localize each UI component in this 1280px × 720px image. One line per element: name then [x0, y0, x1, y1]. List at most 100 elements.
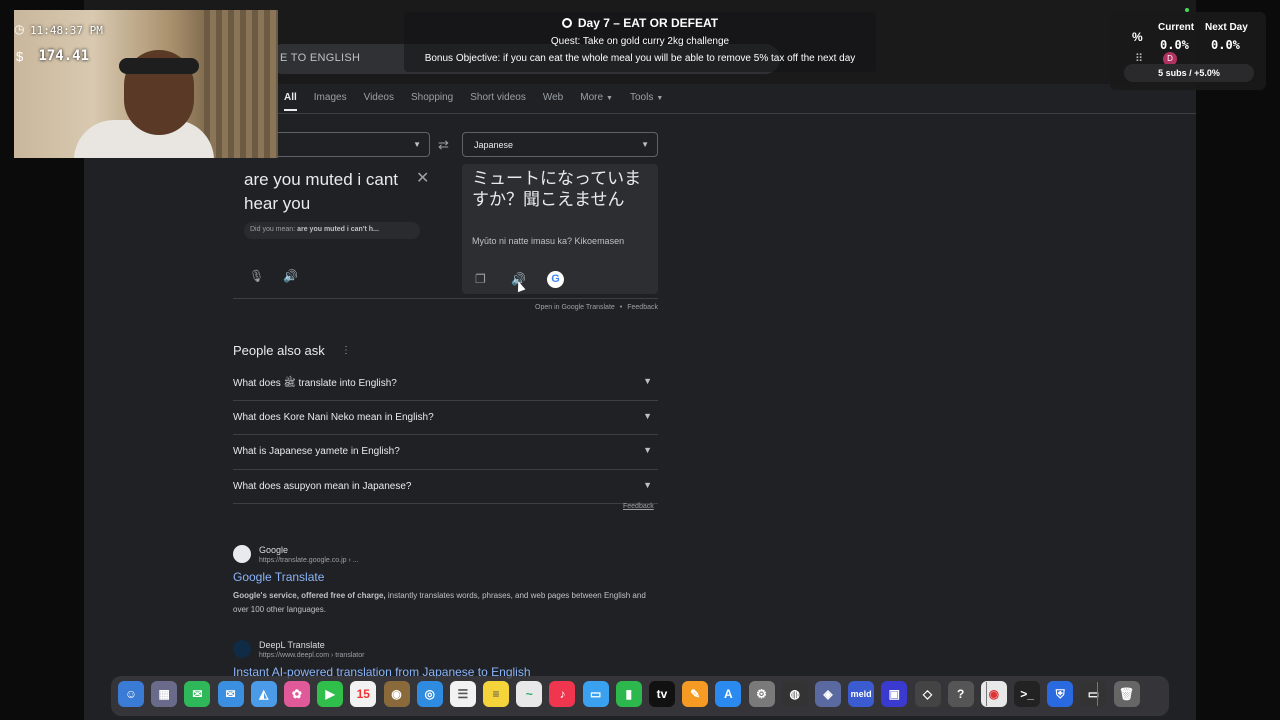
- people-also-ask-list: What does ﷺ translate into English? ▼ Wh…: [233, 366, 658, 504]
- result-snippet: Google's service, offered free of charge…: [233, 589, 663, 617]
- system-settings-icon[interactable]: ⚙: [748, 681, 775, 707]
- chevron-down-icon: ▼: [606, 95, 613, 102]
- paa-question: What does Kore Nani Neko mean in English…: [233, 411, 434, 423]
- obs-icon[interactable]: ◍: [781, 681, 808, 707]
- microphone-icon[interactable]: 🎙: [249, 269, 264, 283]
- launchpad-icon[interactable]: ▦: [151, 681, 178, 707]
- maps-icon[interactable]: ◭: [250, 681, 277, 707]
- paa-item[interactable]: What is Japanese yamete in English? ▼: [233, 435, 658, 470]
- screen-tool-icon[interactable]: ▣: [881, 681, 908, 707]
- tab-shopping[interactable]: Shopping: [411, 92, 453, 111]
- recent-window-icon[interactable]: ▭: [1080, 681, 1107, 707]
- clock-icon: ◷: [14, 22, 25, 36]
- result-url[interactable]: https://translate.google.co.jp › ...: [259, 557, 359, 564]
- target-icon: [561, 18, 572, 28]
- result-site-name: DeepL Translate: [259, 640, 325, 650]
- search-tabs: All Images Videos Shopping Short videos …: [284, 92, 663, 111]
- safari-icon[interactable]: ◎: [416, 681, 443, 707]
- pages-icon[interactable]: ✎: [682, 681, 709, 707]
- google-favicon-icon: [233, 545, 251, 563]
- contacts-icon[interactable]: ◉: [383, 681, 410, 707]
- freeform-icon[interactable]: ~: [516, 681, 543, 707]
- paa-question: What does asupyon mean in Japanese?: [233, 480, 412, 492]
- current-value: 0.0%: [1160, 38, 1189, 52]
- facetime-icon[interactable]: ▶: [317, 681, 344, 707]
- chevron-down-icon: ▼: [643, 376, 652, 386]
- speaker-icon[interactable]: 🔊: [283, 269, 298, 283]
- tab-more[interactable]: More ▼: [580, 92, 613, 111]
- photos-icon[interactable]: ✿: [283, 681, 310, 707]
- search-query: E TO ENGLISH: [280, 52, 361, 64]
- tab-tools-label: Tools: [629, 92, 654, 103]
- numbers-icon[interactable]: ▮: [615, 681, 642, 707]
- result-url[interactable]: https://www.deepl.com › translator: [259, 652, 364, 659]
- close-icon[interactable]: ✕: [416, 168, 429, 188]
- result-title-link[interactable]: Google Translate: [233, 570, 324, 584]
- dock-separator: [986, 682, 987, 706]
- tab-web[interactable]: Web: [543, 92, 563, 111]
- messages-icon[interactable]: ✉: [184, 681, 211, 707]
- dock-separator: [1097, 682, 1098, 706]
- source-text[interactable]: are you muted i cant hear you: [244, 168, 414, 216]
- paa-feedback-link[interactable]: Feedback: [623, 503, 654, 510]
- translated-text: ミュートになっていますか？聞こえません: [472, 169, 642, 209]
- notes-icon[interactable]: ≡: [483, 681, 510, 707]
- app-store-icon[interactable]: A: [715, 681, 742, 707]
- paa-question: What is Japanese yamete in English?: [233, 446, 400, 457]
- paa-question: What does ﷺ translate into English?: [233, 378, 397, 389]
- tab-videos[interactable]: Videos: [364, 92, 394, 111]
- people-also-ask-heading: People also ask: [233, 343, 325, 358]
- did-you-mean-value: are you muted i can't h...: [297, 226, 379, 233]
- swap-languages-icon[interactable]: ⇄: [438, 137, 449, 153]
- mail-icon[interactable]: ✉: [217, 681, 244, 707]
- did-you-mean-chip[interactable]: Did you mean: are you muted i can't h...: [244, 222, 420, 239]
- result-site-name: Google: [259, 545, 289, 555]
- calendar-icon[interactable]: 15: [350, 681, 377, 707]
- translate-feedback-link[interactable]: Feedback: [627, 304, 658, 311]
- paa-item[interactable]: What does Kore Nani Neko mean in English…: [233, 401, 658, 435]
- paa-item[interactable]: What does ﷺ translate into English? ▼: [233, 366, 658, 401]
- tab-all[interactable]: All: [284, 92, 297, 111]
- did-you-mean-prefix: Did you mean:: [250, 226, 296, 233]
- trash-icon[interactable]: 🗑: [1113, 681, 1140, 707]
- chevron-down-icon: ▼: [643, 410, 652, 421]
- screen: E TO ENGLISH All Images Videos Shopping …: [0, 0, 1280, 720]
- open-in-translate-link[interactable]: Open in Google Translate: [535, 304, 615, 311]
- preview-icon[interactable]: ◈: [814, 681, 841, 707]
- curtain-background: [204, 10, 278, 158]
- tab-tools[interactable]: Tools ▼: [630, 92, 663, 111]
- music-icon[interactable]: ♪: [549, 681, 576, 707]
- copy-icon[interactable]: ❐: [475, 272, 486, 286]
- keynote-icon[interactable]: ▭: [582, 681, 609, 707]
- hud-time: 11:48:37 PM: [30, 24, 103, 37]
- tab-images[interactable]: Images: [314, 92, 347, 111]
- chevron-down-icon: ▼: [413, 140, 421, 149]
- apple-tv-icon[interactable]: tv: [649, 681, 675, 707]
- chevron-down-icon: ▼: [643, 445, 652, 455]
- google-logo-icon[interactable]: G: [547, 271, 564, 288]
- next-day-label: Next Day: [1205, 22, 1248, 33]
- shield-icon[interactable]: ⛨: [1047, 681, 1074, 707]
- dollar-icon: $: [16, 49, 24, 64]
- target-language-select[interactable]: Japanese ▼: [462, 132, 658, 157]
- tab-short-videos[interactable]: Short videos: [470, 92, 526, 111]
- next-day-value: 0.0%: [1211, 38, 1240, 52]
- percent-icon: %: [1132, 30, 1143, 44]
- terminal-icon[interactable]: >_: [1014, 681, 1041, 707]
- finder-icon[interactable]: ☺: [118, 681, 144, 707]
- source-language-select[interactable]: ▼: [268, 132, 430, 157]
- quest-day: Day 7 – EAT OR DEFEAT: [404, 16, 876, 30]
- chrome-icon[interactable]: ◉: [980, 681, 1007, 707]
- more-options-icon[interactable]: ⋮: [341, 345, 351, 356]
- stats-overlay: % ⠿ Current 0.0% Next Day 0.0% D 5 subs …: [1110, 12, 1266, 90]
- help-icon[interactable]: ?: [947, 681, 974, 707]
- target-language-label: Japanese: [474, 140, 514, 150]
- cube-app-icon[interactable]: ◇: [914, 681, 941, 707]
- chevron-down-icon: ▼: [643, 479, 652, 490]
- search-result: DeepL Translate https://www.deepl.com › …: [233, 640, 673, 680]
- tab-more-label: More: [580, 92, 604, 103]
- paa-item[interactable]: What does asupyon mean in Japanese? ▼: [233, 470, 658, 504]
- reminders-icon[interactable]: ☰: [449, 681, 476, 707]
- meld-icon[interactable]: meld: [848, 681, 875, 707]
- quest-day-text: Day 7 – EAT OR DEFEAT: [577, 16, 719, 30]
